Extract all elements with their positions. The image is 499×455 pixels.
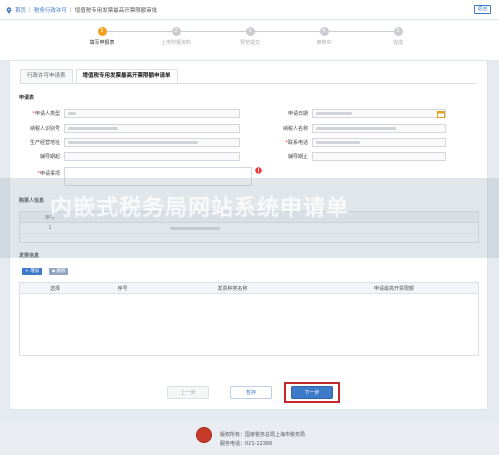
col-seq: 序号 bbox=[117, 285, 128, 292]
col-select: 选择 bbox=[49, 285, 60, 292]
step-5: 5 完成 bbox=[368, 27, 428, 46]
step-label: 预览提交 bbox=[239, 40, 260, 46]
step-label: 完成 bbox=[392, 40, 403, 46]
agent-end-row: 辅导期止 bbox=[266, 152, 446, 161]
redacted-value bbox=[316, 141, 360, 144]
redacted-value bbox=[68, 112, 76, 115]
field-label: *申请事项 bbox=[37, 171, 60, 177]
field-label: 申请日期 bbox=[287, 111, 308, 117]
top-bar: 首页 | 税务行政许可 | 增值税专用发票最高开票限额审批 返回 bbox=[0, 0, 499, 20]
step-2: 2 上传附报资料 bbox=[146, 27, 206, 46]
breadcrumb-separator: | bbox=[69, 7, 72, 13]
add-row-button[interactable]: + 增加 bbox=[22, 268, 43, 275]
prev-step-button[interactable]: 上一步 bbox=[167, 386, 209, 399]
field-label: 生产经营地址 bbox=[29, 140, 60, 146]
taxpayer-name-row: 纳税人名称 bbox=[266, 124, 446, 133]
step-number: 4 bbox=[319, 27, 329, 36]
redacted-value bbox=[316, 112, 352, 115]
back-button[interactable]: 返回 bbox=[474, 5, 491, 14]
agent-end-field[interactable] bbox=[312, 152, 446, 161]
breadcrumb-separator: | bbox=[29, 7, 31, 13]
tab-divider bbox=[20, 83, 477, 84]
step-3: 3 预览提交 bbox=[220, 27, 280, 46]
taxpayer-id-row: 纳税人识别号 bbox=[18, 124, 240, 133]
step-number: 5 bbox=[393, 27, 403, 36]
breadcrumb-level1[interactable]: 税务行政许可 bbox=[34, 6, 67, 14]
taxpayer-id-field[interactable] bbox=[64, 124, 240, 133]
address-row: 生产经营地址 bbox=[18, 138, 240, 147]
tax-emblem-icon bbox=[196, 427, 212, 443]
field-label: 纳税人识别号 bbox=[29, 126, 60, 132]
delete-row-button[interactable]: ▪ 删除 bbox=[49, 268, 69, 275]
calendar-icon[interactable] bbox=[437, 110, 445, 118]
field-label: 辅导期起 bbox=[39, 154, 60, 160]
breadcrumb-current: 增值税专用发票最高开票限额审批 bbox=[74, 8, 158, 14]
phone-field[interactable] bbox=[312, 138, 446, 147]
step-number: 3 bbox=[245, 27, 255, 36]
tab-bar: 行政许可申请表 增值税专用发票最高开票限额申请单 bbox=[20, 69, 181, 84]
breadcrumb-home[interactable]: 首页 bbox=[15, 6, 26, 14]
applicant-type-row: *申请人类型 bbox=[18, 109, 240, 118]
field-label: *申请人类型 bbox=[32, 111, 60, 117]
apply-date-row: 申请日期 bbox=[266, 109, 446, 118]
field-label: 辅导期止 bbox=[287, 154, 308, 160]
watermark-text: 内嵌式税务局网站系统申请单 bbox=[50, 196, 350, 221]
section-title-application: 申请表 bbox=[19, 95, 35, 101]
tab-permit-application[interactable]: 行政许可申请表 bbox=[20, 69, 73, 83]
applicant-type-field[interactable] bbox=[64, 109, 240, 118]
location-icon bbox=[6, 6, 12, 14]
apply-date-field[interactable] bbox=[312, 109, 446, 118]
invoice-table: 选择 序号 发票种类名称 申请最高开票限额 bbox=[19, 282, 479, 356]
field-label: 纳税人名称 bbox=[282, 126, 308, 132]
taxpayer-name-field[interactable] bbox=[312, 124, 446, 133]
footer-hotline: 服务电话：021-12366 bbox=[220, 441, 273, 447]
phone-row: *联系电话 bbox=[266, 138, 446, 147]
step-label: 填写申报表 bbox=[89, 40, 115, 46]
save-draft-button[interactable]: 暂存 bbox=[230, 386, 272, 399]
col-invoice-type: 发票种类名称 bbox=[217, 285, 248, 292]
redacted-value bbox=[68, 127, 118, 130]
redacted-value bbox=[68, 141, 198, 144]
footer-copyright: 版权所有：国家税务总局上海市税务局 bbox=[220, 432, 306, 438]
redacted-value bbox=[316, 127, 396, 130]
step-label: 上传附报资料 bbox=[160, 40, 191, 46]
agent-start-row: 辅导期起 bbox=[18, 152, 240, 161]
invoice-table-header: 选择 序号 发票种类名称 申请最高开票限额 bbox=[20, 283, 478, 294]
step-4: 4 审核中 bbox=[294, 27, 354, 46]
breadcrumb: 首页 | 税务行政许可 | 增值税专用发票最高开票限额审批 bbox=[6, 6, 157, 14]
step-number: 2 bbox=[171, 27, 181, 36]
agent-start-field[interactable] bbox=[64, 152, 240, 161]
col-limit: 申请最高开票限额 bbox=[373, 285, 414, 292]
address-field[interactable] bbox=[64, 138, 240, 147]
warning-icon bbox=[255, 167, 262, 174]
field-label: *联系电话 bbox=[285, 140, 308, 146]
tab-invoice-limit-application[interactable]: 增值税专用发票最高开票限额申请单 bbox=[75, 69, 178, 84]
step-label: 审核中 bbox=[316, 40, 332, 46]
step-number: 1 bbox=[97, 27, 107, 36]
next-step-button[interactable]: 下一步 bbox=[291, 386, 333, 399]
step-1: 1 填写申报表 bbox=[72, 27, 132, 46]
